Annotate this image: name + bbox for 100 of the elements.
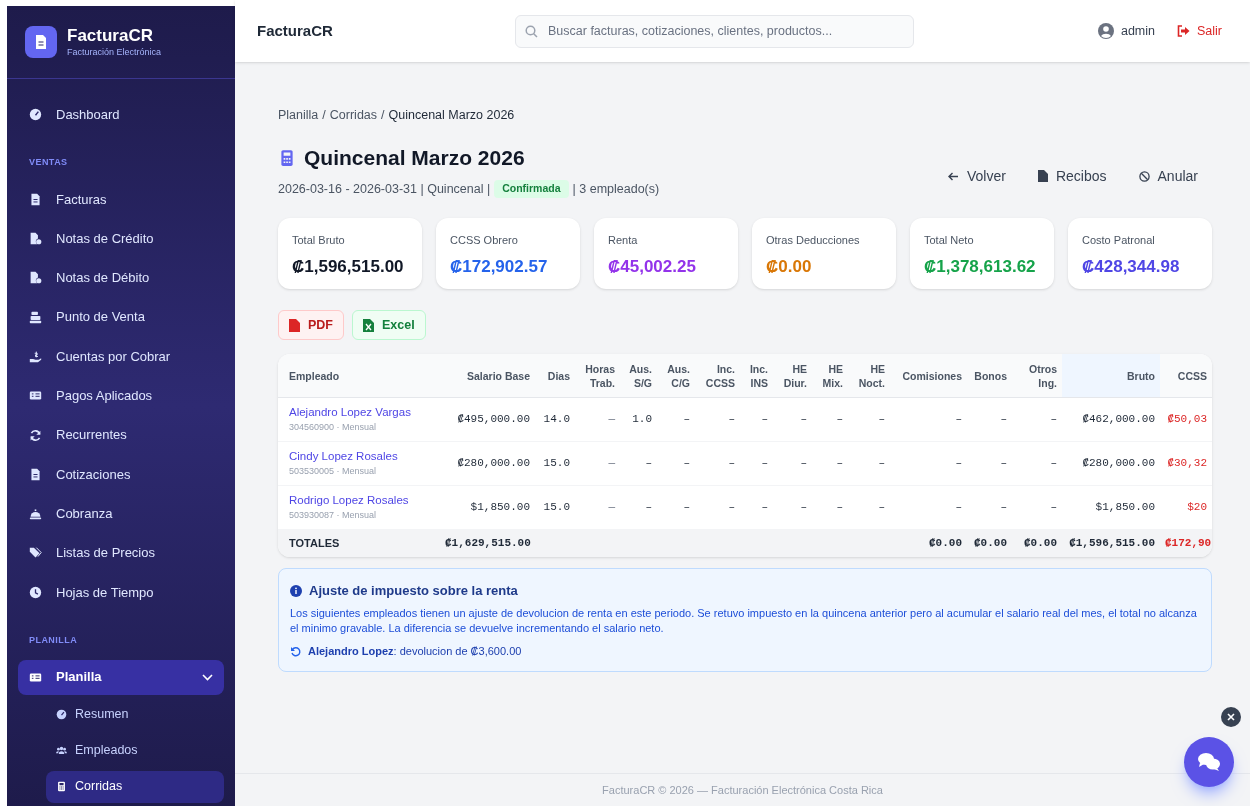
column-header: Aus. S/G xyxy=(620,354,657,398)
employee-detail: 503930087 · Mensual xyxy=(289,509,378,523)
brand-tagline: Facturación Electrónica xyxy=(67,46,162,58)
sidebar-subitem[interactable]: Corridas xyxy=(46,770,224,803)
notice-text: Los siguientes empleados tienen un ajuste de devolucion de renta en este periodo. Se retuvo impuesto en la quincena anterior pero al acumular el salario real del mes, el total no alcanza el minimo gravable. La diferencia se devuelve incrementando el salario neto. xyxy=(290,605,1198,636)
sidebar-item[interactable]: Cotizaciones xyxy=(18,456,224,492)
cash-register-icon xyxy=(29,310,42,324)
table-cell: – xyxy=(890,397,967,442)
table-cell: — xyxy=(575,397,620,442)
clock-icon xyxy=(29,585,42,599)
user-menu[interactable]: admin xyxy=(1097,21,1155,41)
table-cell: – xyxy=(1012,397,1062,442)
table-cell: – xyxy=(695,441,740,486)
card-icon xyxy=(29,670,42,684)
employee-count: | 3 empleado(s) xyxy=(572,180,660,198)
table-cell: – xyxy=(773,441,812,486)
column-header: HE Noct. xyxy=(848,354,890,398)
table-cell: ₡50,03 xyxy=(1160,397,1212,442)
table-cell: ₡495,000.00 xyxy=(440,397,535,442)
sidebar-item[interactable]: Notas de Débito xyxy=(18,260,224,296)
column-header: Salario Base xyxy=(440,354,535,398)
sidebar-item[interactable]: Punto de Venta xyxy=(18,299,224,335)
employee-link[interactable]: Alejandro Lopez Vargas xyxy=(289,403,440,422)
stat-label: Total Neto xyxy=(924,233,975,249)
notice-title: Ajuste de impuesto sobre la renta xyxy=(309,582,518,601)
undo-icon xyxy=(290,645,301,657)
table-cell: – xyxy=(695,397,740,442)
employee-link[interactable]: Rodrigo Lopez Rosales xyxy=(289,491,440,510)
document-icon xyxy=(33,34,49,50)
table-cell: – xyxy=(812,441,848,486)
user-avatar-icon xyxy=(1097,23,1114,39)
totals-label: TOTALES xyxy=(278,529,440,558)
column-header: Bruto xyxy=(1062,354,1160,398)
table-cell: – xyxy=(890,441,967,486)
search-field[interactable]: Buscar facturas, cotizaciones, clientes, productos... xyxy=(515,14,914,48)
info-icon xyxy=(290,585,302,597)
section-heading: VENTAS xyxy=(28,156,69,170)
export-button[interactable]: Excel xyxy=(352,310,426,341)
table-cell: 14.0 xyxy=(535,397,575,442)
sidebar-subitem[interactable]: Resumen xyxy=(46,698,224,731)
table-cell: ₡30,32 xyxy=(1160,441,1212,486)
table-cell: ₡280,000.00 xyxy=(1062,441,1160,486)
table-cell: ₡280,000.00 xyxy=(440,441,535,486)
calculator-icon xyxy=(56,781,67,793)
total-cell: ₡1,596,515.00 xyxy=(1062,529,1160,558)
sidebar-subitem[interactable]: Empleados xyxy=(46,734,224,767)
sidebar-item[interactable]: Cuentas por Cobrar xyxy=(18,339,224,374)
document-icon xyxy=(29,467,42,481)
table-cell: – xyxy=(848,485,890,530)
table-cell: – xyxy=(967,397,1012,442)
refund-entry: Alejandro Lopez: devolucion de ₡3,600.00 xyxy=(308,643,522,659)
breadcrumb-current: Quincenal Marzo 2026 xyxy=(388,107,515,124)
employee-link[interactable]: Cindy Lopez Rosales xyxy=(289,447,440,466)
table-cell: 1.0 xyxy=(620,397,657,442)
document-icon xyxy=(29,232,42,246)
table-cell: – xyxy=(740,485,773,530)
gauge-icon xyxy=(29,108,42,121)
document-icon xyxy=(29,271,42,285)
stat-label: Otras Deducciones xyxy=(766,233,861,249)
column-header: HE Diur. xyxy=(773,354,812,398)
sidebar-item[interactable]: Hojas de Tiempo xyxy=(18,574,224,610)
app-title: FacturaCR xyxy=(257,20,334,41)
sidebar-item[interactable]: Recurrentes xyxy=(18,417,224,453)
spreadsheet-file-icon xyxy=(363,318,374,332)
sidebar-item[interactable]: Cobranza xyxy=(18,496,224,532)
stat-label: Total Bruto xyxy=(292,233,346,249)
sidebar-item[interactable]: Listas de Precios xyxy=(18,535,224,571)
logout-link[interactable]: Salir xyxy=(1177,21,1222,41)
sidebar-item[interactable]: Pagos Aplicados xyxy=(18,378,224,414)
total-cell: ₡0.00 xyxy=(967,529,1012,558)
table-cell: – xyxy=(657,441,695,486)
table-cell: – xyxy=(1012,485,1062,530)
brand-name: FacturaCR xyxy=(67,26,154,46)
sidebar-group[interactable]: Planilla xyxy=(18,659,224,695)
table-cell: $1,850.00 xyxy=(1062,485,1160,530)
logout-icon xyxy=(1177,25,1190,37)
column-header: Bonos xyxy=(967,354,1012,398)
sidebar-item[interactable]: Notas de Crédito xyxy=(18,221,224,257)
column-header: Otros Ing. xyxy=(1012,354,1062,398)
sidebar-item[interactable]: Dashboard xyxy=(18,97,224,132)
action-button[interactable]: Anular xyxy=(1124,160,1212,193)
total-cell: ₡172,90 xyxy=(1160,529,1212,558)
table-cell: — xyxy=(575,485,620,530)
service-bell-icon xyxy=(29,507,42,521)
table-cell: – xyxy=(967,441,1012,486)
table-cell: 15.0 xyxy=(535,485,575,530)
page-title: Quincenal Marzo 2026 xyxy=(304,145,525,171)
stat-label: Costo Patronal xyxy=(1082,233,1156,249)
export-button[interactable]: PDF xyxy=(278,310,344,341)
document-icon xyxy=(1037,170,1048,183)
breadcrumb-link[interactable]: Corridas xyxy=(329,106,378,124)
breadcrumb-link[interactable]: Planilla xyxy=(278,106,319,124)
stat-value: ₡0.00 xyxy=(766,255,813,278)
column-header: Comisiones xyxy=(890,354,967,398)
table-cell: – xyxy=(620,485,657,530)
table-cell: — xyxy=(575,441,620,486)
sidebar-item[interactable]: Facturas xyxy=(18,181,224,217)
action-button[interactable]: Volver xyxy=(934,160,1020,193)
action-button[interactable]: Recibos xyxy=(1023,160,1121,193)
refresh-icon xyxy=(29,428,42,442)
